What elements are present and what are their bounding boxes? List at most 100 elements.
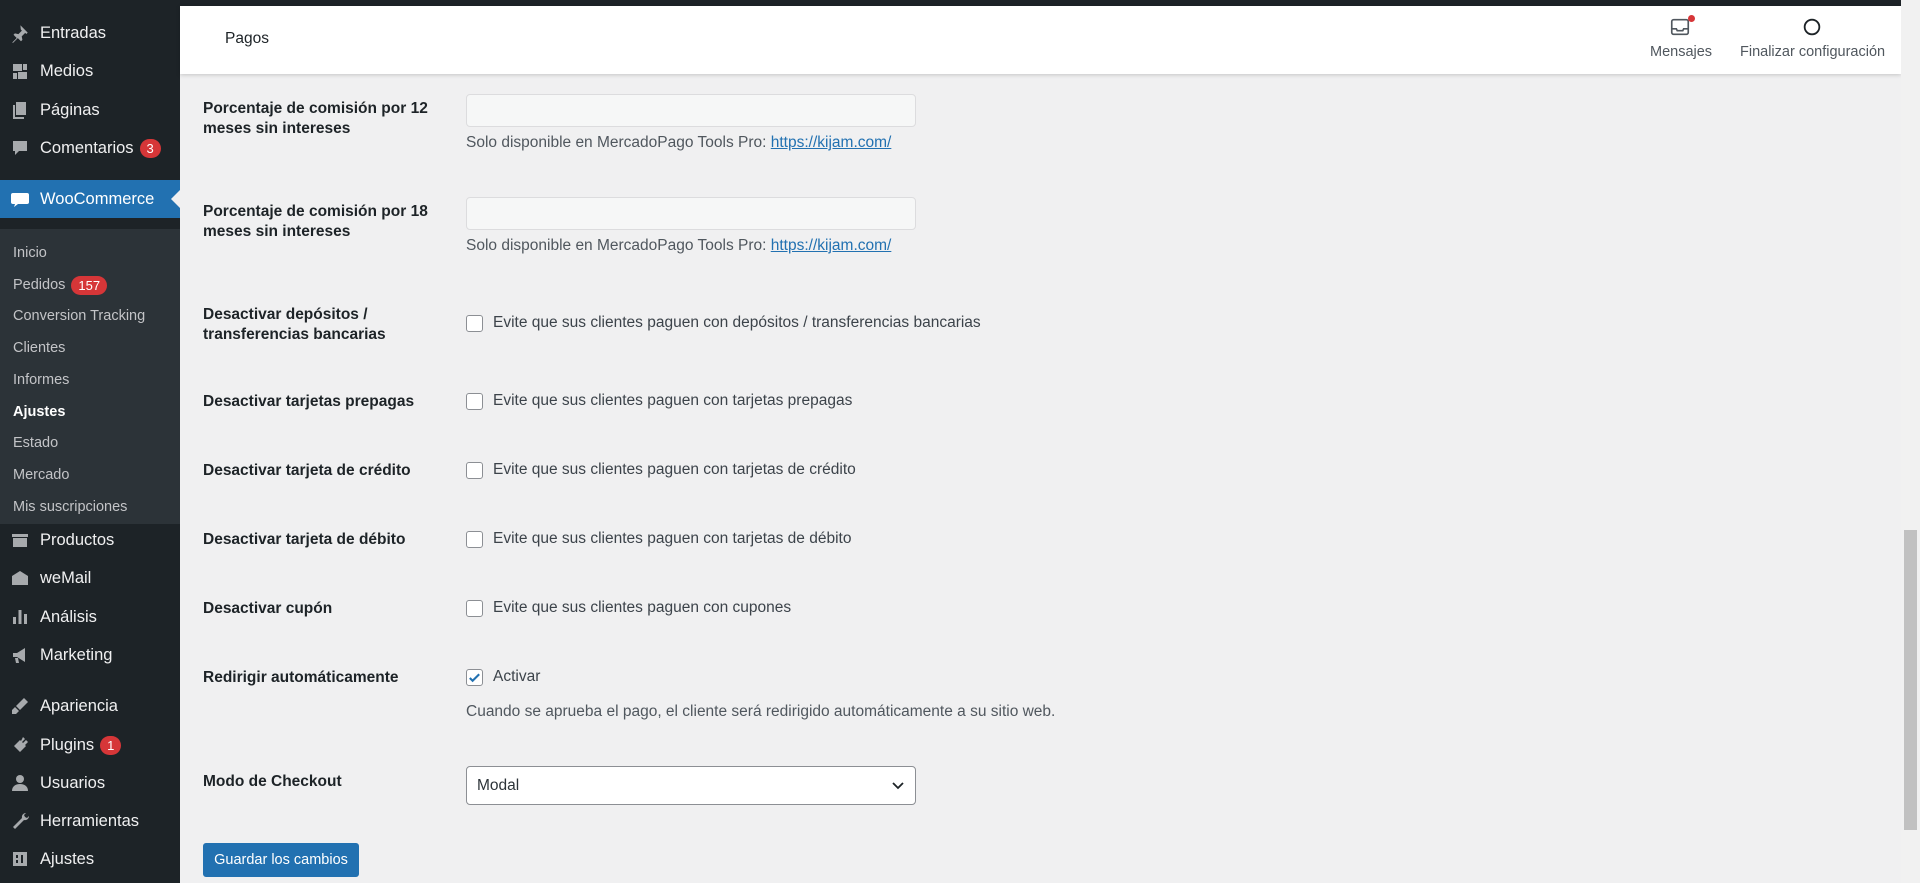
credit-label: Desactivar tarjeta de crédito: [203, 462, 411, 479]
prepaid-checkbox[interactable]: [466, 392, 483, 410]
progress-circle-icon: [1801, 16, 1825, 40]
sidebar-item-entradas[interactable]: Entradas: [0, 14, 180, 52]
submenu-item-pedidos[interactable]: Pedidos 157: [13, 273, 108, 297]
wemail-icon: [9, 567, 31, 589]
appearance-icon: [9, 695, 31, 717]
deposits-label: Desactivar depósitos / transferencias ba…: [203, 306, 386, 343]
commission-18-desc-text: Solo disponible en MercadoPago Tools Pro…: [466, 237, 771, 254]
page-scrollbar[interactable]: [1901, 0, 1920, 883]
sidebar-item-herramientas[interactable]: Herramientas: [0, 802, 180, 840]
deposits-checkbox-row[interactable]: Evite que sus clientes paguen con depósi…: [466, 314, 981, 332]
redirect-checkbox-row[interactable]: Activar: [466, 668, 540, 686]
redirect-checkbox[interactable]: [466, 668, 483, 686]
sidebar-item-label: Medios: [40, 61, 94, 80]
submenu-item-mercado[interactable]: Mercado: [13, 463, 69, 487]
sidebar-item-label: Marketing: [40, 645, 113, 664]
settings-form: Porcentaje de comisión por 12 meses sin …: [180, 74, 1901, 883]
credit-checkbox-label: Evite que sus clientes paguen con tarjet…: [493, 461, 856, 478]
deposits-checkbox-label: Evite que sus clientes paguen con depósi…: [493, 314, 981, 331]
submenu-item-clientes[interactable]: Clientes: [13, 336, 65, 360]
submenu-item-estado[interactable]: Estado: [13, 431, 58, 455]
sidebar-item-label: Páginas: [40, 100, 100, 119]
sidebar-item-productos[interactable]: Productos: [0, 521, 180, 559]
orders-badge: 157: [71, 275, 108, 295]
debit-checkbox-label: Evite que sus clientes paguen con tarjet…: [493, 530, 852, 547]
coupon-checkbox-row[interactable]: Evite que sus clientes paguen con cupone…: [466, 599, 791, 617]
admin-sidebar: Entradas Medios Páginas Comentarios 3 Wo…: [0, 0, 180, 883]
pages-icon: [9, 99, 31, 121]
redirect-description: Cuando se aprueba el pago, el cliente se…: [466, 703, 1056, 720]
notification-dot: [1688, 15, 1696, 22]
submenu-item-mis-suscripciones[interactable]: Mis suscripciones: [13, 495, 127, 519]
sidebar-item-marketing[interactable]: Marketing: [0, 636, 180, 674]
debit-checkbox-row[interactable]: Evite que sus clientes paguen con tarjet…: [466, 530, 851, 548]
sidebar-item-label: Ajustes: [40, 849, 95, 868]
sidebar-item-woocommerce[interactable]: WooCommerce: [0, 180, 180, 218]
tools-icon: [9, 810, 31, 832]
sidebar-item-label: Análisis: [40, 607, 97, 626]
sidebar-item-label: Plugins: [40, 735, 95, 754]
sidebar-item-label: weMail: [40, 568, 92, 587]
prepaid-checkbox-row[interactable]: Evite que sus clientes paguen con tarjet…: [466, 392, 852, 410]
sidebar-item-label: Productos: [40, 530, 115, 549]
sidebar-item-label: Herramientas: [40, 811, 140, 830]
messages-label: Mensajes: [1650, 44, 1713, 60]
sidebar-item-label: Entradas: [40, 23, 107, 42]
checkout-mode-value: Modal: [477, 776, 520, 794]
deposits-checkbox[interactable]: [466, 314, 483, 332]
scrollbar-thumb[interactable]: [1904, 530, 1917, 830]
marketing-icon: [9, 644, 31, 666]
save-changes-button[interactable]: Guardar los cambios: [203, 843, 359, 877]
inbox-icon: [1669, 15, 1696, 40]
submenu-item-inicio[interactable]: Inicio: [13, 241, 47, 265]
checkout-mode-select[interactable]: Modal: [466, 766, 916, 805]
submenu-item-label: Pedidos: [13, 277, 66, 293]
checkout-mode-label: Modo de Checkout: [203, 773, 342, 790]
sidebar-item-plugins[interactable]: Plugins 1: [0, 726, 180, 764]
sidebar-item-label: Usuarios: [40, 773, 106, 792]
messages-button[interactable]: Mensajes: [1650, 15, 1713, 60]
sidebar-item-label: Apariencia: [40, 696, 118, 715]
commission-12-input[interactable]: [466, 94, 916, 127]
kijam-link[interactable]: https://kijam.com/: [771, 134, 892, 151]
sidebar-item-ajustes[interactable]: Ajustes: [0, 840, 180, 878]
coupon-checkbox[interactable]: [466, 599, 483, 617]
sidebar-item-apariencia[interactable]: Apariencia: [0, 687, 180, 725]
sidebar-item-paginas[interactable]: Páginas: [0, 91, 180, 129]
sidebar-item-medios[interactable]: Medios: [0, 52, 180, 90]
plugins-badge: 1: [100, 735, 122, 755]
sidebar-item-usuarios[interactable]: Usuarios: [0, 764, 180, 802]
coupon-checkbox-label: Evite que sus clientes paguen con cupone…: [493, 599, 792, 616]
credit-checkbox[interactable]: [466, 461, 483, 479]
debit-label: Desactivar tarjeta de débito: [203, 531, 406, 548]
kijam-link[interactable]: https://kijam.com/: [771, 237, 892, 254]
commission-18-input[interactable]: [466, 197, 916, 230]
comments-icon: [9, 137, 31, 159]
woocommerce-submenu: Inicio Pedidos 157 Conversion Tracking C…: [0, 229, 180, 524]
comments-badge: 3: [139, 138, 161, 158]
finish-setup-button[interactable]: Finalizar configuración: [1740, 16, 1885, 60]
submenu-item-ajustes[interactable]: Ajustes: [13, 400, 65, 424]
commission-12-desc-text: Solo disponible en MercadoPago Tools Pro…: [466, 134, 771, 151]
page-header: Pagos Mensajes Finalizar configuración: [180, 6, 1901, 74]
sidebar-item-label: Comentarios: [40, 138, 134, 157]
submenu-item-conversion-tracking[interactable]: Conversion Tracking: [13, 304, 145, 328]
sidebar-item-analisis[interactable]: Análisis: [0, 598, 180, 636]
analytics-icon: [9, 606, 31, 628]
plugins-icon: [9, 734, 31, 756]
sidebar-item-label: WooCommerce: [40, 189, 155, 208]
coupon-label: Desactivar cupón: [203, 600, 333, 617]
prepaid-label: Desactivar tarjetas prepagas: [203, 393, 415, 410]
checkmark-icon: [469, 672, 480, 682]
sidebar-item-wemail[interactable]: weMail: [0, 559, 180, 597]
commission-12-description: Solo disponible en MercadoPago Tools Pro…: [466, 134, 891, 152]
products-icon: [9, 529, 31, 551]
sidebar-item-comentarios[interactable]: Comentarios 3: [0, 129, 180, 167]
pin-icon: [9, 22, 31, 44]
page-title: Pagos: [225, 30, 269, 47]
chevron-down-icon: [892, 782, 904, 790]
credit-checkbox-row[interactable]: Evite que sus clientes paguen con tarjet…: [466, 461, 856, 479]
debit-checkbox[interactable]: [466, 530, 483, 548]
prepaid-checkbox-label: Evite que sus clientes paguen con tarjet…: [493, 392, 853, 409]
submenu-item-informes[interactable]: Informes: [13, 368, 69, 392]
